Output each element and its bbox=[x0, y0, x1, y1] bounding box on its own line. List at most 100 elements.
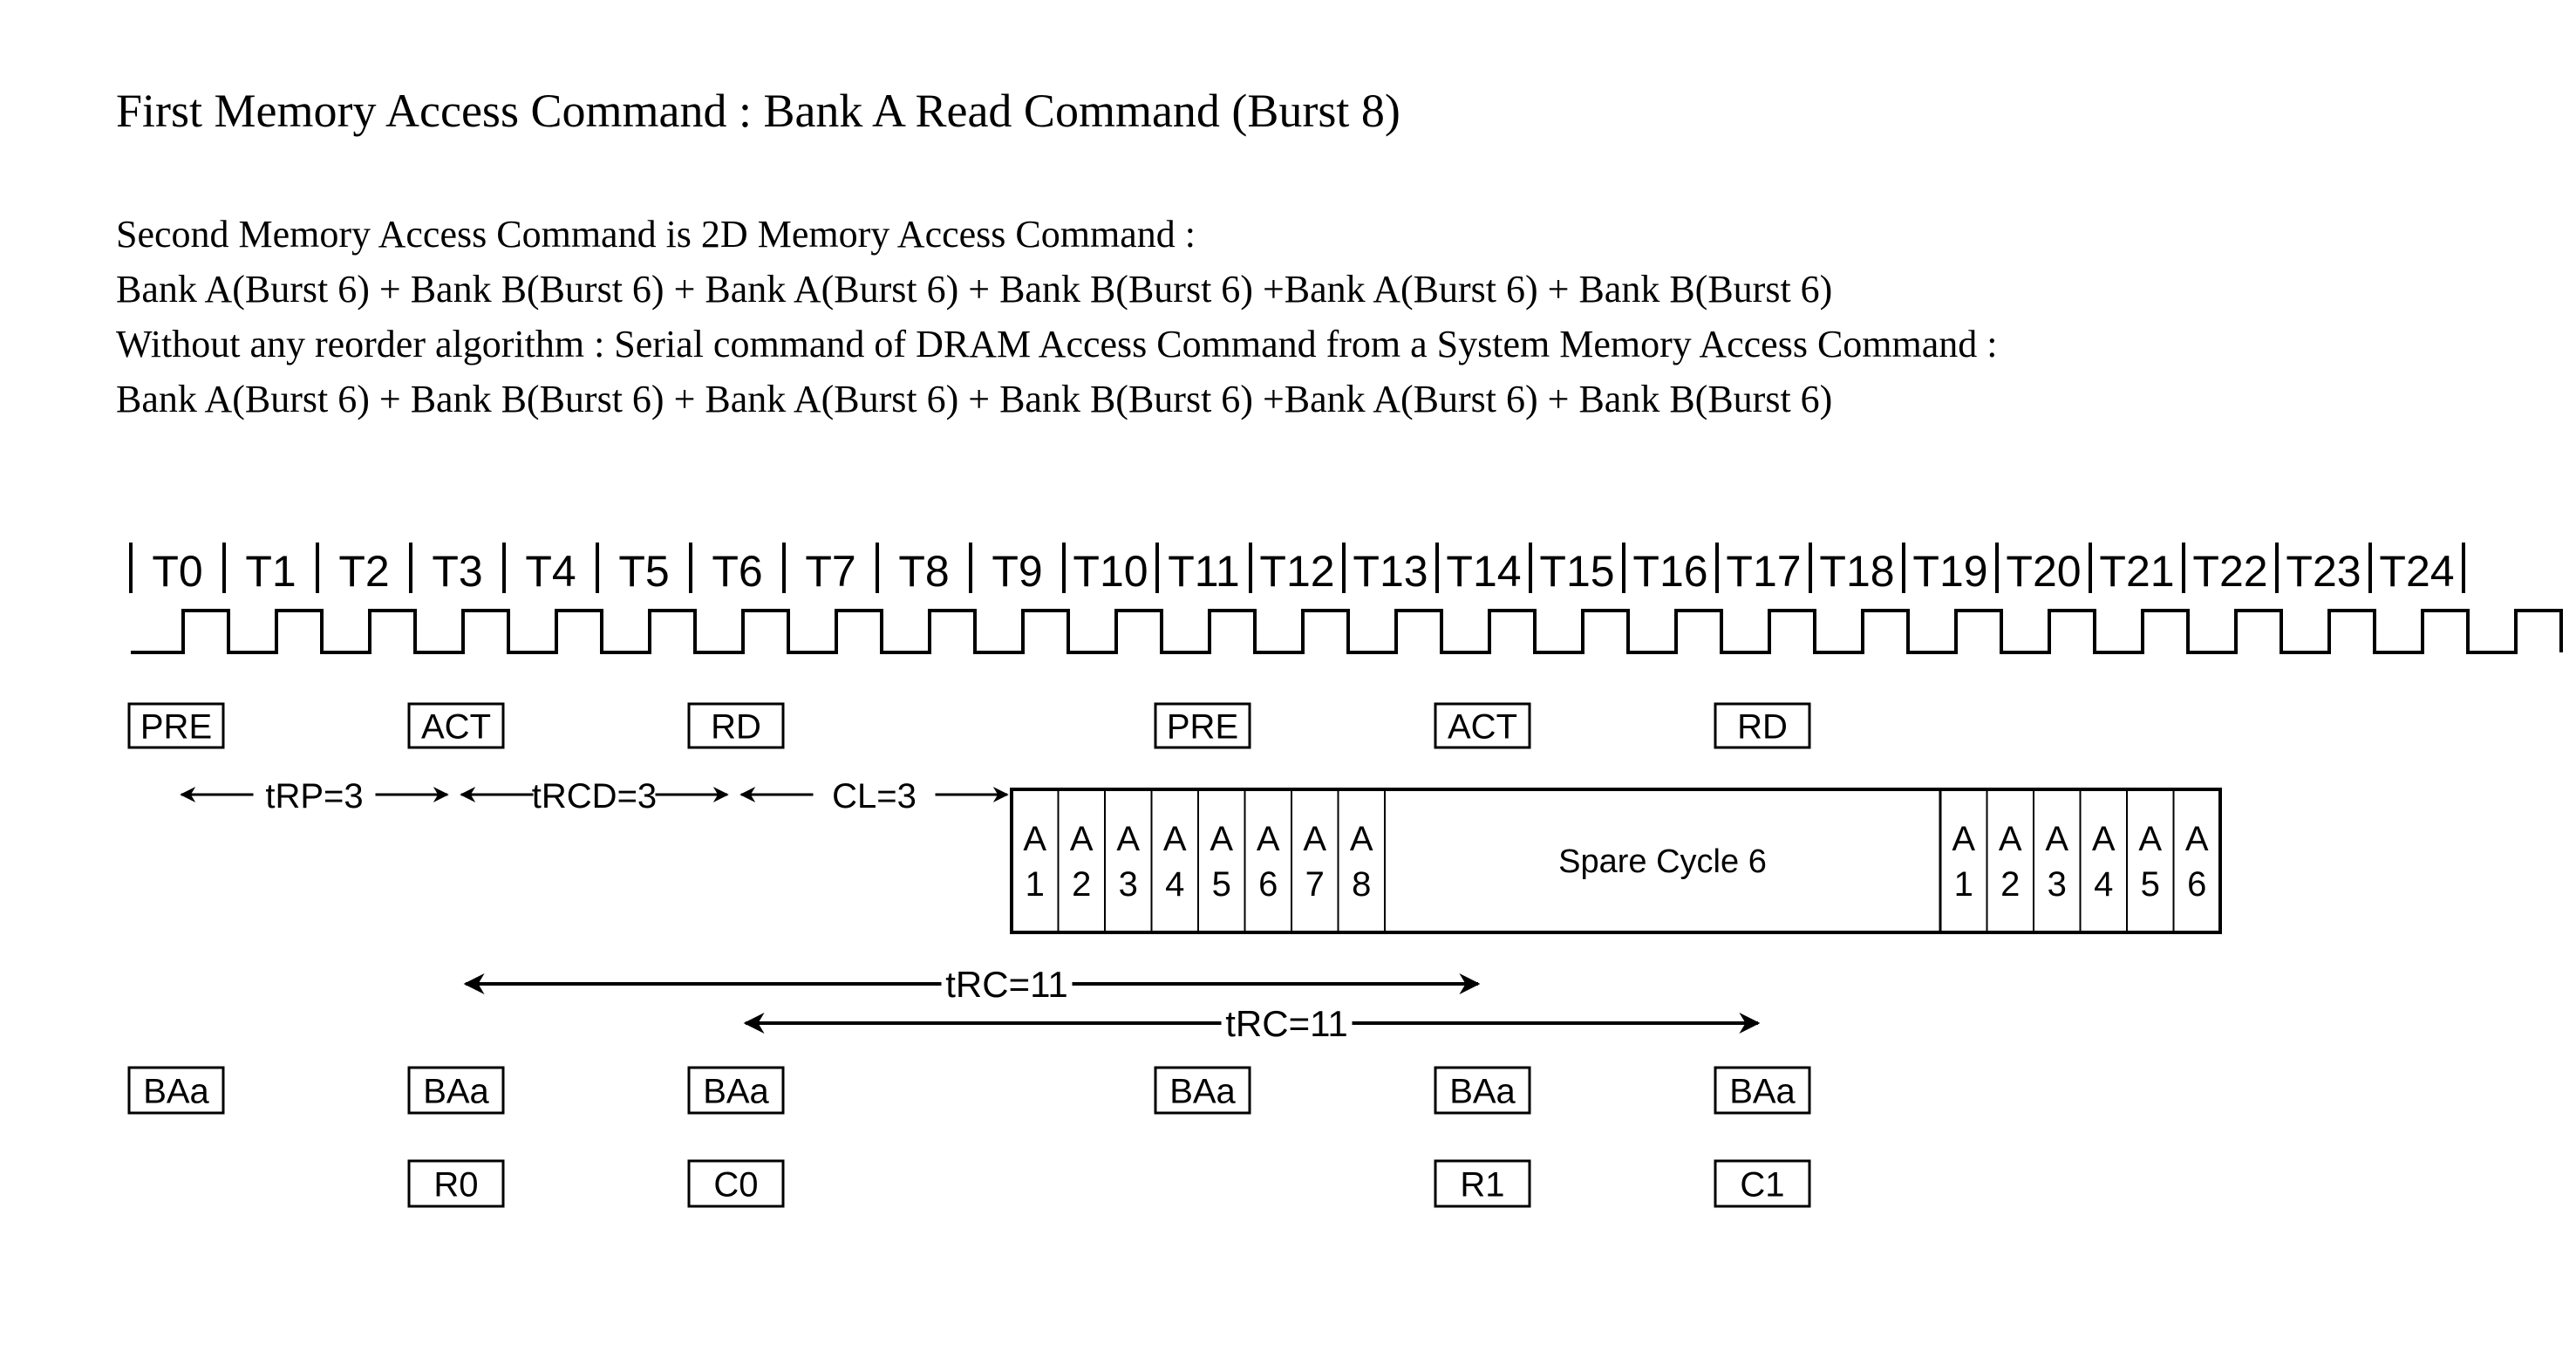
timing-param-label: CL=3 bbox=[832, 777, 917, 816]
cell-index: 8 bbox=[1352, 865, 1371, 904]
bank-address-box: BAa bbox=[407, 1066, 505, 1115]
address-box-c1: C1 bbox=[1714, 1159, 1811, 1208]
cell-bank: A bbox=[1070, 820, 1094, 858]
bank-address-box-label: BAa bbox=[423, 1072, 489, 1110]
cell-bank: A bbox=[1023, 820, 1046, 858]
timing-parameter-arrows: tRP=3 tRCD=3 CL=3 bbox=[180, 777, 1009, 816]
cell-index: 7 bbox=[1305, 865, 1325, 904]
cell-index: 5 bbox=[1212, 865, 1231, 904]
command-rd: RD bbox=[1714, 702, 1811, 749]
tick-label: T14 bbox=[1446, 547, 1521, 596]
tick-label: T13 bbox=[1353, 547, 1428, 596]
command-act: ACT bbox=[407, 702, 505, 749]
bank-address-box: BAa bbox=[1154, 1066, 1251, 1115]
clock-waveform bbox=[131, 609, 2563, 654]
clock-tick-labels: T0 T1 T2 T3 T4 T5 T6 T7 T8 T9 T10 T11 T12 T13 T14 T15 T1… bbox=[129, 543, 2465, 596]
cell-index: 2 bbox=[1072, 865, 1091, 904]
cell-index: 4 bbox=[1165, 865, 1184, 904]
cell-bank: A bbox=[1952, 820, 1975, 858]
tick-label: T15 bbox=[1539, 547, 1614, 596]
address-box-c0: C0 bbox=[687, 1159, 785, 1208]
command-pre: PRE bbox=[127, 702, 225, 749]
cell-index: 4 bbox=[2094, 865, 2113, 904]
row-column-address-row: R0 C0 R1 C1 bbox=[407, 1159, 1811, 1208]
command-rd-label: RD bbox=[1737, 707, 1788, 746]
tick-label: T4 bbox=[525, 547, 576, 596]
tick-label: T24 bbox=[2379, 547, 2454, 596]
tick-label: T0 bbox=[152, 547, 202, 596]
cell-index: 6 bbox=[2187, 865, 2206, 904]
tick-label: T6 bbox=[712, 547, 762, 596]
trc-label: tRC=11 bbox=[1225, 1003, 1347, 1044]
trc-label: tRC=11 bbox=[945, 964, 1067, 1005]
bank-address-box: BAa bbox=[687, 1066, 785, 1115]
bank-address-box-label: BAa bbox=[1449, 1072, 1516, 1110]
cell-index: 6 bbox=[1258, 865, 1278, 904]
bank-address-box-label: BAa bbox=[1169, 1072, 1236, 1110]
address-box-r0-label: R0 bbox=[433, 1165, 478, 1204]
tick-label: T17 bbox=[1726, 547, 1801, 596]
bank-address-box: BAa bbox=[127, 1066, 225, 1115]
tick-label: T8 bbox=[898, 547, 949, 596]
tick-label: T7 bbox=[805, 547, 855, 596]
cell-index: 2 bbox=[2000, 865, 2020, 904]
address-box-r1: R1 bbox=[1434, 1159, 1531, 1208]
tick-label: T3 bbox=[432, 547, 482, 596]
bank-address-box-label: BAa bbox=[143, 1072, 209, 1110]
data-bus: A1A2A3A4A5A6A7A8Spare Cycle 6A1A2A3A4A5A… bbox=[1010, 788, 2222, 934]
cell-bank: A bbox=[1116, 820, 1140, 858]
cell-bank: A bbox=[1999, 820, 2022, 858]
tick-label: T18 bbox=[1819, 547, 1894, 596]
cell-bank: A bbox=[2092, 820, 2116, 858]
spare-cycle-label: Spare Cycle 6 bbox=[1558, 843, 1767, 880]
cell-bank: A bbox=[2138, 820, 2162, 858]
command-act-label: ACT bbox=[1448, 707, 1517, 746]
command-pre-label: PRE bbox=[140, 707, 212, 746]
tick-label: T2 bbox=[338, 547, 389, 596]
timing-diagram: T0 T1 T2 T3 T4 T5 T6 T7 T8 T9 T10 T11 T12 T13 T14 T15 T1… bbox=[127, 543, 2563, 1208]
cell-bank: A bbox=[1350, 820, 1373, 858]
address-box-r0: R0 bbox=[407, 1159, 505, 1208]
command-rd: RD bbox=[687, 702, 785, 749]
tick-label: T11 bbox=[1168, 547, 1239, 596]
address-box-c1-label: C1 bbox=[1740, 1165, 1784, 1204]
tick-label: T16 bbox=[1632, 547, 1707, 596]
tick-label: T23 bbox=[2286, 547, 2361, 596]
cell-bank: A bbox=[1303, 820, 1326, 858]
cell-index: 3 bbox=[2048, 865, 2067, 904]
cell-index: 5 bbox=[2141, 865, 2160, 904]
tick-label: T1 bbox=[245, 547, 296, 596]
timing-param-label: tRCD=3 bbox=[532, 777, 657, 816]
command-act-label: ACT bbox=[421, 707, 491, 746]
command-row: PRE ACT RD PRE ACT RD bbox=[127, 702, 1811, 749]
cell-index: 3 bbox=[1119, 865, 1138, 904]
tick-label: T12 bbox=[1259, 547, 1334, 596]
cell-index: 1 bbox=[1026, 865, 1045, 904]
tick-label: T9 bbox=[992, 547, 1042, 596]
cell-bank: A bbox=[1163, 820, 1187, 858]
cell-bank: A bbox=[2045, 820, 2068, 858]
tick-label: T22 bbox=[2192, 547, 2267, 596]
cell-bank: A bbox=[2185, 820, 2209, 858]
tick-label: T21 bbox=[2099, 547, 2174, 596]
cell-bank: A bbox=[1210, 820, 1233, 858]
tick-label: T10 bbox=[1073, 547, 1148, 596]
bank-address-box: BAa bbox=[1714, 1066, 1811, 1115]
command-rd-label: RD bbox=[711, 707, 761, 746]
command-pre-label: PRE bbox=[1167, 707, 1238, 746]
bank-address-row: BAa BAa BAa BAa BAa BAa bbox=[127, 1066, 1811, 1115]
tick-label: T20 bbox=[2006, 547, 2081, 596]
tick-label: T5 bbox=[618, 547, 669, 596]
command-pre: PRE bbox=[1154, 702, 1251, 749]
address-box-c0-label: C0 bbox=[713, 1165, 758, 1204]
bank-address-box-label: BAa bbox=[1729, 1072, 1796, 1110]
timing-param-label: tRP=3 bbox=[265, 777, 363, 816]
cell-index: 1 bbox=[1954, 865, 1973, 904]
trc-arrows: tRC=11 tRC=11 bbox=[463, 964, 1761, 1044]
tick-label: T19 bbox=[1912, 547, 1987, 596]
bank-address-box-label: BAa bbox=[703, 1072, 769, 1110]
cell-bank: A bbox=[1257, 820, 1280, 858]
bank-address-box: BAa bbox=[1434, 1066, 1531, 1115]
command-act: ACT bbox=[1434, 702, 1531, 749]
address-box-r1-label: R1 bbox=[1460, 1165, 1504, 1204]
